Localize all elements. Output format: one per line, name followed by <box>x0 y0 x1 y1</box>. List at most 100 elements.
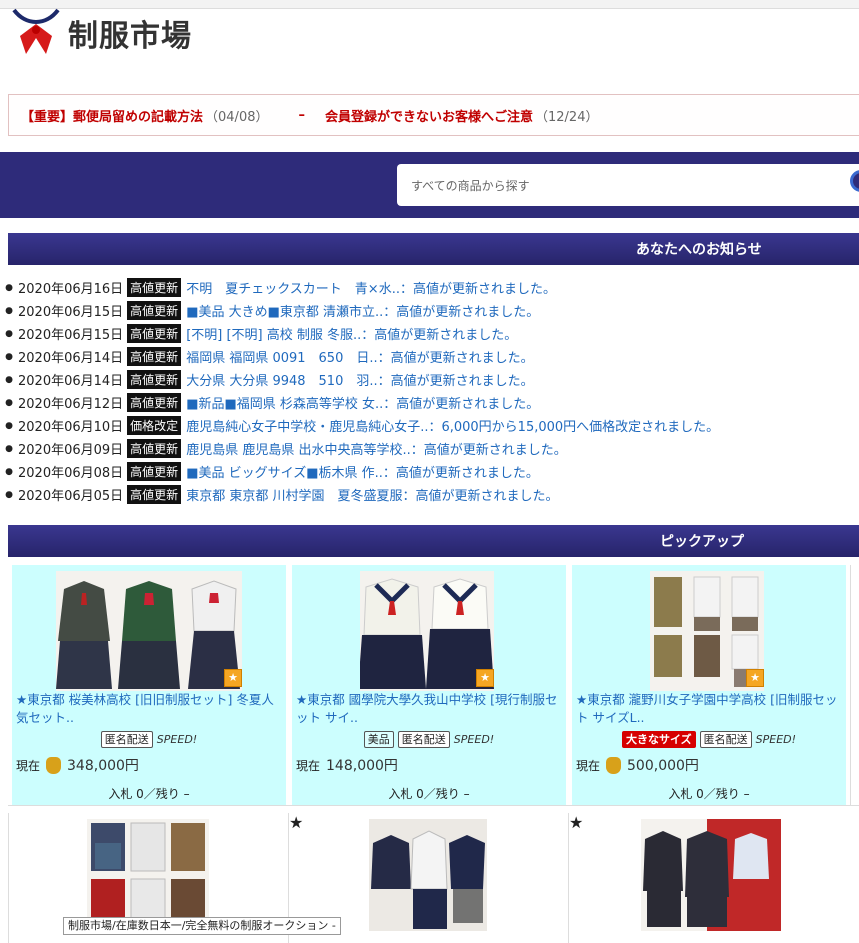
pickup-section-header: ピックアップ <box>8 525 859 557</box>
news-item: ● 2020年06月08日 高値更新 ■美品 ビッグサイズ■栃木県 作..：高値が更新… <box>0 460 719 483</box>
ribbon-logo-icon <box>12 8 60 54</box>
price-label: 現在 <box>296 758 321 773</box>
news-tag: 高値更新 <box>127 393 182 412</box>
item-price: 現在 148,000円 <box>296 755 398 775</box>
news-item: ● 2020年06月05日 高値更新 東京都 東京都 川村学園 夏冬盛夏服：高値が更新… <box>0 483 719 506</box>
news-tag: 高値更新 <box>127 485 182 504</box>
speed-badge: SPEED! <box>755 733 797 746</box>
uniform-photo-icon[interactable] <box>641 819 781 931</box>
news-list: ● 2020年06月16日 高値更新 不明 夏チェックスカート 青×水..：高値が更新… <box>0 276 719 506</box>
money-bag-icon <box>46 756 62 774</box>
news-tag: 高値更新 <box>127 301 182 320</box>
bullet-icon: ● <box>5 305 13 316</box>
site-logo[interactable]: 制服市場 <box>10 8 192 58</box>
news-item: ● 2020年06月10日 価格改定 鹿児島純心女子中学校・鹿児島純心女子..：6,0… <box>0 414 719 437</box>
bullet-icon: ● <box>5 443 13 454</box>
news-date: 2020年06月15日 <box>18 328 124 343</box>
bullet-icon: ● <box>5 397 13 408</box>
uniform-photo[interactable] <box>360 571 494 691</box>
price-amount: 348,000円 <box>67 758 139 774</box>
bullet-icon: ● <box>5 328 13 339</box>
price-label: 現在 <box>16 758 41 773</box>
bullet-icon: ● <box>5 351 13 362</box>
star-favorite-icon[interactable]: ★ <box>224 669 242 687</box>
news-item: ● 2020年06月16日 高値更新 不明 夏チェックスカート 青×水..：高値が更新… <box>0 276 719 299</box>
anonymous-shipping-badge: 匿名配送 <box>100 731 153 748</box>
news-date: 2020年06月09日 <box>18 443 124 458</box>
uniform-photo-icon <box>360 571 494 691</box>
news-tag: 高値更新 <box>127 347 182 366</box>
bullet-icon: ● <box>5 420 13 431</box>
item-title-link[interactable]: ★東京都 桜美林高校 [旧旧制服セット] 冬夏人気セット.. <box>16 691 286 727</box>
news-date: 2020年06月15日 <box>18 305 124 320</box>
news-tag: 高値更新 <box>127 278 182 297</box>
pickup-card[interactable]: ★ ★東京都 國學院大學久我山中学校 [現行制服セット サイ.. 美品 匿名配送… <box>292 565 566 805</box>
bullet-icon: ● <box>5 374 13 385</box>
search-placeholder: すべての商品から探す <box>411 178 530 193</box>
star-favorite-icon[interactable]: ★ <box>476 669 494 687</box>
uniform-photo-icon[interactable] <box>87 819 209 931</box>
bid-status: 入札 0／残り – <box>388 787 470 801</box>
item-price: 現在 348,000円 <box>16 755 139 775</box>
bullet-icon: ● <box>5 466 13 477</box>
news-item: ● 2020年06月14日 高値更新 大分県 大分県 9948 510 羽..：高値が… <box>0 368 719 391</box>
news-date: 2020年06月16日 <box>18 282 124 297</box>
news-link[interactable]: 不明 夏チェックスカート 青×水..：高値が更新されました。 <box>186 278 556 297</box>
news-section-header: あなたへのお知らせ <box>8 233 859 265</box>
news-tag: 高値更新 <box>127 370 182 389</box>
notice-link-2[interactable]: 会員登録ができないお客様へご注意 <box>325 106 533 125</box>
news-date: 2020年06月08日 <box>18 466 124 481</box>
item-title-link[interactable]: ★東京都 瀧野川女子学園中学高校 [旧制服セット サイズL.. <box>576 691 846 727</box>
important-notice-bar: 【重要】郵便局留めの記載方法 （04/08） – 会員登録ができないお客様へご注… <box>8 94 859 136</box>
bullet-icon: ● <box>5 282 13 293</box>
news-section-title: あなたへのお知らせ <box>636 242 762 258</box>
news-link[interactable]: ■新品■福岡県 杉森高等学校 女..：高値が更新されました。 <box>186 393 539 412</box>
bid-status: 入札 0／残り – <box>108 787 190 801</box>
news-date: 2020年06月14日 <box>18 374 124 389</box>
news-date: 2020年06月14日 <box>18 351 124 366</box>
big-size-badge: 大きなサイズ <box>621 731 696 748</box>
news-item: ● 2020年06月15日 高値更新 [不明] [不明] 高校 制服 冬服..：高値が… <box>0 322 719 345</box>
item-title-link[interactable]: ★東京都 國學院大學久我山中学校 [現行制服セット サイ.. <box>296 691 566 727</box>
news-link[interactable]: 福岡県 福岡県 0091 650 日..：高値が更新されました。 <box>186 347 533 366</box>
pickup-card[interactable]: ★ ★東京都 桜美林高校 [旧旧制服セット] 冬夏人気セット.. 匿名配送 SP… <box>12 565 286 805</box>
speed-badge: SPEED! <box>453 733 495 746</box>
news-link[interactable]: [不明] [不明] 高校 制服 冬服..：高値が更新されました。 <box>186 324 517 343</box>
pickup-section-title: ピックアップ <box>660 534 744 550</box>
item-price: 現在 500,000円 <box>576 755 699 775</box>
pickup-card-partial <box>850 565 859 805</box>
news-tag: 高値更新 <box>127 324 182 343</box>
uniform-photo[interactable] <box>56 571 242 691</box>
good-condition-badge: 美品 <box>363 731 394 748</box>
item-badges: 匿名配送 SPEED! <box>12 731 286 748</box>
tooltip: 制服市場/在庫数日本一/完全無料の制服オークション - <box>63 917 341 935</box>
news-item: ● 2020年06月15日 高値更新 ■美品 大きめ■東京都 清瀬市立..：高値が更新… <box>0 299 719 322</box>
item-badges: 大きなサイズ 匿名配送 SPEED! <box>572 731 846 748</box>
product-card[interactable]: ★ <box>568 813 843 943</box>
uniform-photo-icon[interactable] <box>369 819 487 931</box>
item-badges: 美品 匿名配送 SPEED! <box>292 731 566 748</box>
notice-date-1: （04/08） <box>205 109 269 125</box>
news-date: 2020年06月10日 <box>18 420 124 435</box>
uniform-photo-icon <box>56 571 242 691</box>
notice-date-2: （12/24） <box>535 109 599 125</box>
news-item: ● 2020年06月14日 高値更新 福岡県 福岡県 0091 650 日..：高値が… <box>0 345 719 368</box>
news-link[interactable]: 東京都 東京都 川村学園 夏冬盛夏服：高値が更新されました。 <box>186 485 558 504</box>
news-link[interactable]: ■美品 大きめ■東京都 清瀬市立..：高値が更新されました。 <box>186 301 539 320</box>
news-tag: 価格改定 <box>127 416 182 435</box>
price-amount: 500,000円 <box>627 758 699 774</box>
price-amount: 148,000円 <box>326 758 398 774</box>
news-tag: 高値更新 <box>127 462 182 481</box>
site-name: 制服市場 <box>68 19 192 54</box>
news-link[interactable]: ■美品 ビッグサイズ■栃木県 作..：高値が更新されました。 <box>186 462 539 481</box>
news-link[interactable]: 鹿児島純心女子中学校・鹿児島純心女子..：6,000円から15,000円へ価格改… <box>186 416 719 435</box>
notice-link-1[interactable]: 【重要】郵便局留めの記載方法 <box>21 106 203 125</box>
news-link[interactable]: 大分県 大分県 9948 510 羽..：高値が更新されました。 <box>186 370 533 389</box>
search-input[interactable]: すべての商品から探す <box>397 164 859 206</box>
pickup-card[interactable]: ★ ★東京都 瀧野川女子学園中学高校 [旧制服セット サイズL.. 大きなサイズ… <box>572 565 846 805</box>
price-label: 現在 <box>576 758 601 773</box>
row-divider <box>8 805 859 806</box>
star-favorite-icon[interactable]: ★ <box>746 669 764 687</box>
money-bag-icon <box>606 756 622 774</box>
news-link[interactable]: 鹿児島県 鹿児島県 出水中央高等学校..：高値が更新されました。 <box>186 439 567 458</box>
